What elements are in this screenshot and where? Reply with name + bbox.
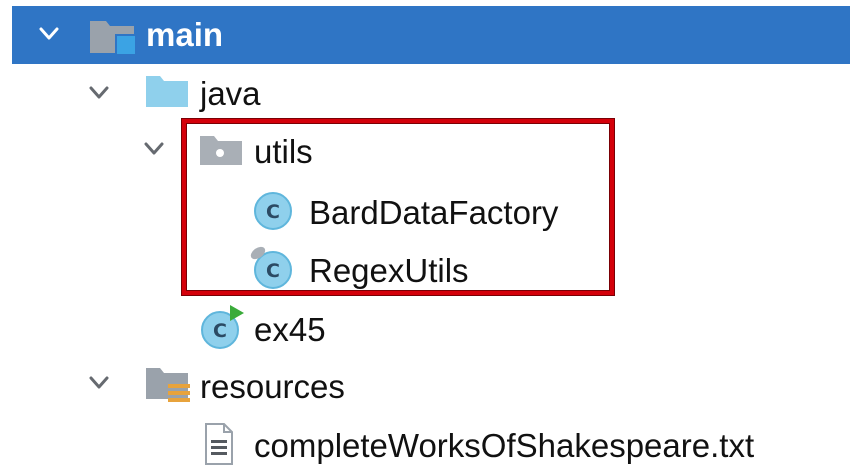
tree-row-resources[interactable]: resources bbox=[0, 358, 850, 416]
resources-folder-icon bbox=[144, 364, 194, 408]
runnable-class-icon: C bbox=[198, 302, 248, 350]
tree-row-shakespeare[interactable]: completeWorksOfShakespeare.txt bbox=[0, 416, 850, 466]
tree-row-ex45[interactable]: C ex45 bbox=[0, 298, 850, 356]
tree-row-main[interactable]: main bbox=[12, 6, 850, 64]
chevron-down-icon[interactable] bbox=[38, 25, 59, 43]
tree-row-java[interactable]: java bbox=[0, 66, 850, 124]
chevron-down-icon[interactable] bbox=[88, 84, 109, 102]
highlight-box bbox=[182, 119, 614, 295]
tree-label-java: java bbox=[200, 75, 261, 112]
source-root-folder-icon bbox=[88, 17, 140, 57]
text-file-icon bbox=[202, 422, 236, 466]
tree-label-resources: resources bbox=[200, 368, 345, 405]
chevron-down-icon[interactable] bbox=[143, 140, 164, 158]
tree-label-ex45: ex45 bbox=[254, 311, 326, 348]
svg-text:C: C bbox=[213, 320, 227, 342]
tree-label-main: main bbox=[146, 16, 224, 53]
tree-label-shakespeare: completeWorksOfShakespeare.txt bbox=[254, 427, 755, 464]
source-folder-icon bbox=[144, 72, 190, 110]
chevron-down-icon[interactable] bbox=[88, 374, 109, 392]
